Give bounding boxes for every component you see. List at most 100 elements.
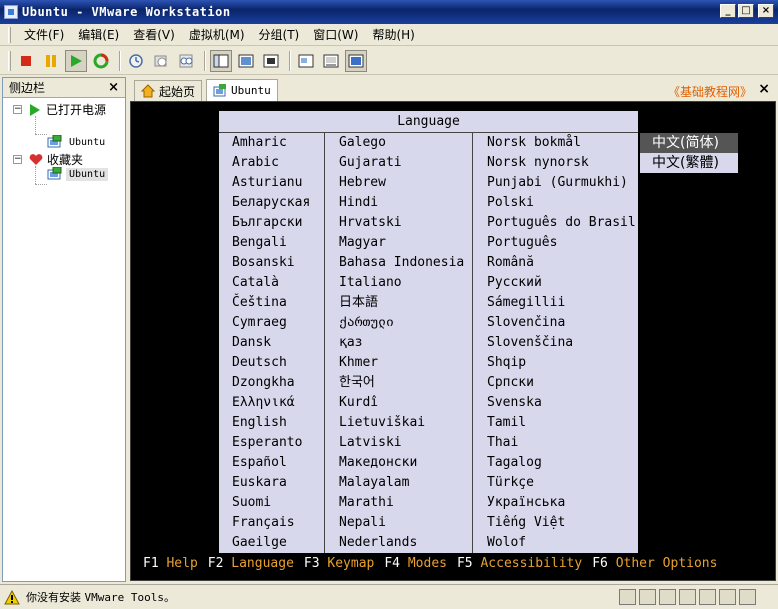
menubar-grip[interactable]	[8, 26, 11, 43]
language-option[interactable]: 한국어	[339, 373, 375, 393]
language-option[interactable]: Tamil	[487, 413, 526, 433]
manage-snapshots-button[interactable]	[175, 50, 197, 72]
language-option[interactable]: Galego	[339, 133, 386, 153]
language-option[interactable]: ქართული	[339, 313, 394, 333]
language-option[interactable]: Euskara	[232, 473, 287, 493]
language-option[interactable]: Slovenčina	[487, 313, 565, 333]
language-option[interactable]: Gaeilge	[232, 533, 287, 553]
sidebar-toggle-button[interactable]	[210, 49, 232, 72]
revert-button[interactable]	[150, 50, 172, 72]
language-option[interactable]: Bahasa Indonesia	[339, 253, 464, 273]
language-option[interactable]: Nepali	[339, 513, 386, 533]
toolbar-grip[interactable]	[8, 50, 11, 71]
language-option[interactable]: Cymraeg	[232, 313, 287, 333]
language-option[interactable]: Lietuviškai	[339, 413, 425, 433]
reset-button[interactable]	[90, 50, 112, 72]
language-option[interactable]: Arabic	[232, 153, 279, 173]
language-option[interactable]: Magyar	[339, 233, 386, 253]
language-option[interactable]: Wolof	[487, 533, 526, 553]
menu-edit[interactable]: 编辑(E)	[71, 26, 126, 43]
language-option[interactable]: Svenska	[487, 393, 542, 413]
collapse-icon[interactable]: −	[13, 105, 22, 114]
cdrom-icon[interactable]	[639, 589, 656, 605]
language-option[interactable]: Asturianu	[232, 173, 302, 193]
quick-switch-button[interactable]	[235, 50, 257, 72]
sound-icon[interactable]	[719, 589, 736, 605]
hard-disk-icon[interactable]	[619, 589, 636, 605]
function-key-label[interactable]: Modes	[408, 556, 447, 571]
language-option[interactable]: Hrvatski	[339, 213, 402, 233]
language-option[interactable]: Tagalog	[487, 453, 542, 473]
language-option[interactable]: Italiano	[339, 273, 402, 293]
language-option[interactable]: Türkçe	[487, 473, 534, 493]
tree-vm-ubuntu-favorite[interactable]: Ubuntu	[47, 167, 109, 181]
language-option[interactable]: Norsk nynorsk	[487, 153, 589, 173]
language-option[interactable]: Nederlands	[339, 533, 417, 553]
language-option[interactable]: Latviski	[339, 433, 402, 453]
language-option[interactable]: English	[232, 413, 287, 433]
menu-help[interactable]: 帮助(H)	[365, 26, 421, 43]
stop-button[interactable]	[15, 50, 37, 72]
language-option[interactable]: Español	[232, 453, 287, 473]
language-option[interactable]: Tiếng Việt	[487, 513, 565, 533]
function-key-label[interactable]: Language	[231, 556, 294, 571]
language-option[interactable]: Français	[232, 513, 295, 533]
power-on-button[interactable]	[65, 49, 87, 72]
function-key-label[interactable]: Accessibility	[480, 556, 582, 571]
language-option[interactable]: Punjabi (Gurmukhi)	[487, 173, 628, 193]
snapshot-button[interactable]	[125, 50, 147, 72]
language-option[interactable]: Hindi	[339, 193, 378, 213]
appliance-view-button[interactable]	[345, 49, 367, 72]
language-option[interactable]: қаз	[339, 333, 362, 353]
language-option[interactable]: Bengali	[232, 233, 287, 253]
menu-vm[interactable]: 虚拟机(M)	[182, 26, 252, 43]
website-link[interactable]: 《基础教程网》	[668, 83, 752, 100]
language-option[interactable]: Português	[487, 233, 557, 253]
language-option[interactable]: Українська	[487, 493, 565, 513]
language-option[interactable]: Thai	[487, 433, 518, 453]
language-option[interactable]: Dansk	[232, 333, 271, 353]
language-option[interactable]: 中文(繁體)	[640, 153, 738, 173]
language-option[interactable]: Suomi	[232, 493, 271, 513]
summary-button[interactable]	[295, 50, 317, 72]
language-option[interactable]: Български	[232, 213, 302, 233]
sidebar-close-icon[interactable]: ×	[108, 80, 119, 95]
tree-vm-ubuntu[interactable]: Ubuntu	[47, 135, 108, 149]
language-option[interactable]: Slovenščina	[487, 333, 573, 353]
language-option[interactable]: Hebrew	[339, 173, 386, 193]
language-option[interactable]: Gujarati	[339, 153, 402, 173]
tree-group-favorites[interactable]: − 收藏夹	[13, 151, 83, 168]
language-option[interactable]: Čeština	[232, 293, 287, 313]
function-key-label[interactable]: Help	[166, 556, 197, 571]
tab-ubuntu[interactable]: Ubuntu	[206, 79, 278, 101]
language-option[interactable]: 中文(简体)	[640, 133, 738, 153]
menu-file[interactable]: 文件(F)	[17, 26, 71, 43]
language-option[interactable]: Marathi	[339, 493, 394, 513]
function-key-label[interactable]: Keymap	[327, 556, 374, 571]
language-option[interactable]: Polski	[487, 193, 534, 213]
language-option[interactable]: Català	[232, 273, 279, 293]
language-option[interactable]: Русский	[487, 273, 542, 293]
language-option[interactable]: Беларуская	[232, 193, 310, 213]
language-option[interactable]: Kurdî	[339, 393, 378, 413]
language-option[interactable]: Shqip	[487, 353, 526, 373]
menu-team[interactable]: 分组(T)	[252, 26, 307, 43]
usb-icon[interactable]	[699, 589, 716, 605]
language-option[interactable]: Norsk bokmål	[487, 133, 581, 153]
minimize-button[interactable]: _	[720, 4, 736, 18]
language-option[interactable]: 日本語	[339, 293, 378, 313]
language-option[interactable]: Deutsch	[232, 353, 287, 373]
message-log-icon[interactable]	[739, 589, 756, 605]
vm-console[interactable]: Language Amharic Arabic Asturianu Беларуска…	[130, 101, 776, 581]
tree-group-powered-on[interactable]: − 已打开电源	[13, 101, 106, 118]
language-option[interactable]: Malayalam	[339, 473, 409, 493]
pause-button[interactable]	[40, 50, 62, 72]
language-option[interactable]: Română	[487, 253, 534, 273]
console-view-button[interactable]	[320, 50, 342, 72]
language-option[interactable]: Esperanto	[232, 433, 302, 453]
tab-home[interactable]: 起始页	[134, 80, 203, 101]
language-option[interactable]: Српски	[487, 373, 534, 393]
collapse-icon[interactable]: −	[13, 155, 22, 164]
language-option[interactable]: Dzongkha	[232, 373, 295, 393]
language-option[interactable]: Amharic	[232, 133, 287, 153]
